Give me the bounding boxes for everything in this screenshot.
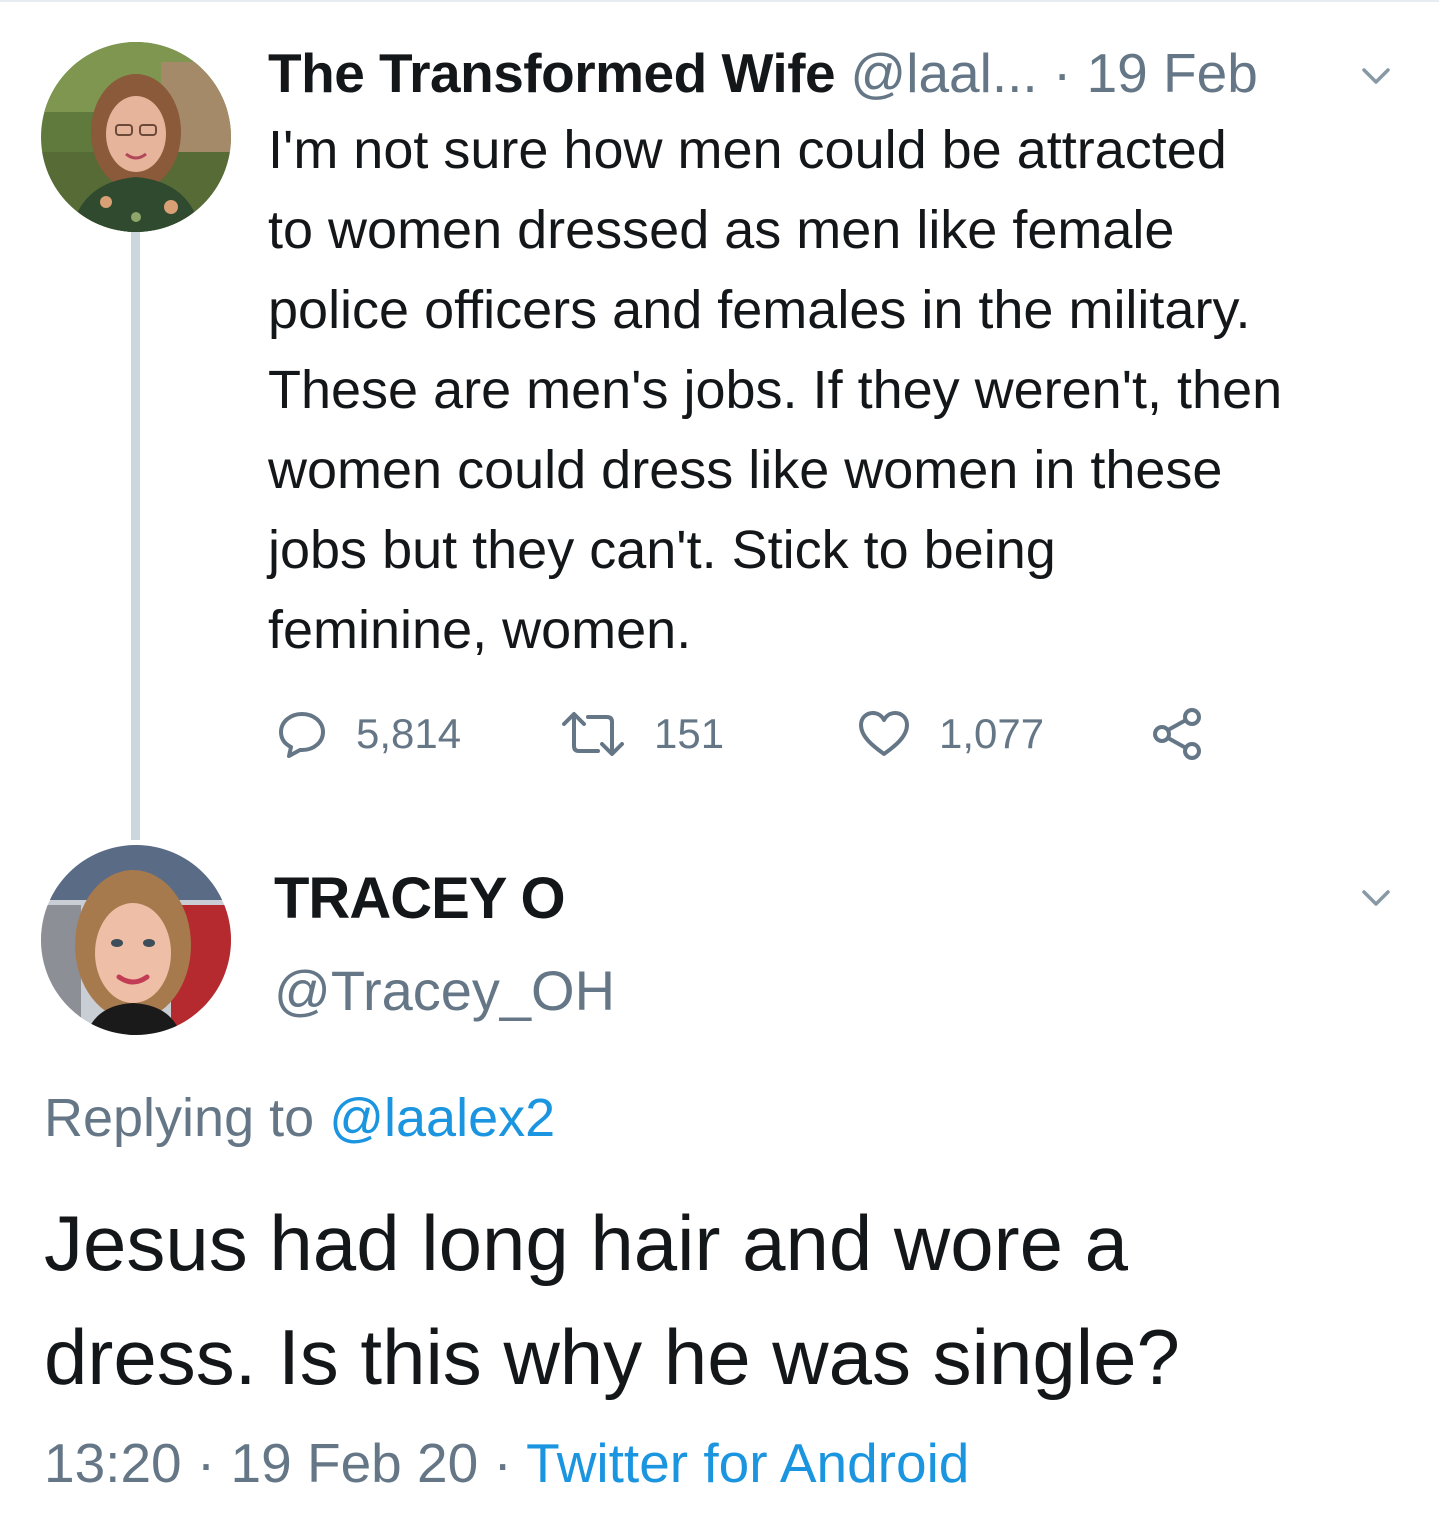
tweet-text-line: I'm not sure how men could be attracted [268, 120, 1227, 180]
reply-menu-chevron-icon[interactable] [1356, 884, 1396, 912]
tweet-text-line: women could dress like women in these [268, 440, 1223, 500]
like-count: 1,077 [939, 710, 1045, 757]
avatar-tracey-o[interactable] [41, 845, 231, 1035]
comment-bubble-icon [279, 712, 325, 758]
tweet-text-line: police officers and females in the milit… [268, 280, 1251, 340]
retweet-icon [562, 712, 624, 756]
author-handle[interactable]: @laal... [850, 42, 1037, 104]
tweet-text-line: These are men's jobs. If they weren't, t… [268, 360, 1283, 420]
avatar-photo-1 [41, 42, 231, 232]
reply-footer: 13:20 · 19 Feb 20 · Twitter for Android [44, 1428, 969, 1498]
tweet-header: The Transformed Wife @laal... · 19 Feb [268, 40, 1378, 106]
share-button[interactable] [1150, 704, 1206, 764]
reply-body: Jesus had long hair and wore a dress. Is… [44, 1186, 1424, 1414]
top-divider [0, 0, 1439, 2]
like-button[interactable]: 1,077 [857, 704, 1044, 764]
reply-text-line: Jesus had long hair and wore a [44, 1199, 1129, 1287]
author-name[interactable]: The Transformed Wife [268, 42, 836, 104]
retweet-count: 151 [654, 710, 725, 757]
replying-to-line: Replying to @laalex2 [44, 1085, 555, 1151]
retweet-button[interactable]: 151 [560, 704, 724, 764]
reply-author-name[interactable]: TRACEY O [274, 866, 566, 932]
tweet-text-line: feminine, women. [268, 600, 692, 660]
heart-icon [859, 711, 909, 756]
replying-to-link[interactable]: @laalex2 [329, 1088, 555, 1148]
reply-source-link[interactable]: Twitter for Android [526, 1432, 969, 1494]
reply-button[interactable]: 5,814 [276, 704, 461, 764]
tweet-body: I'm not sure how men could be attracted … [268, 110, 1408, 670]
tweet-action-bar: 5,814 151 1,077 [0, 704, 1439, 764]
tweet-text-line: jobs but they can't. Stick to being [268, 520, 1056, 580]
reply-time[interactable]: 13:20 [44, 1432, 182, 1494]
tweet-menu-chevron-icon[interactable] [1356, 62, 1396, 90]
reply-count: 5,814 [356, 710, 462, 757]
tweet-date[interactable]: 19 Feb [1087, 42, 1258, 104]
header-separator: · [1052, 42, 1072, 104]
reply-text-line: dress. Is this why he was single? [44, 1313, 1180, 1401]
replying-prefix: Replying to [44, 1088, 315, 1148]
tweet-text-line: to women dressed as men like female [268, 200, 1175, 260]
reply-date[interactable]: 19 Feb 20 [231, 1432, 479, 1494]
footer-separator: · [493, 1432, 512, 1494]
reply-author-handle[interactable]: @Tracey_OH [274, 958, 615, 1024]
footer-separator: · [196, 1432, 216, 1494]
avatar-photo-2 [41, 845, 231, 1035]
share-icon [1153, 708, 1201, 760]
avatar-transformed-wife[interactable] [41, 42, 231, 232]
